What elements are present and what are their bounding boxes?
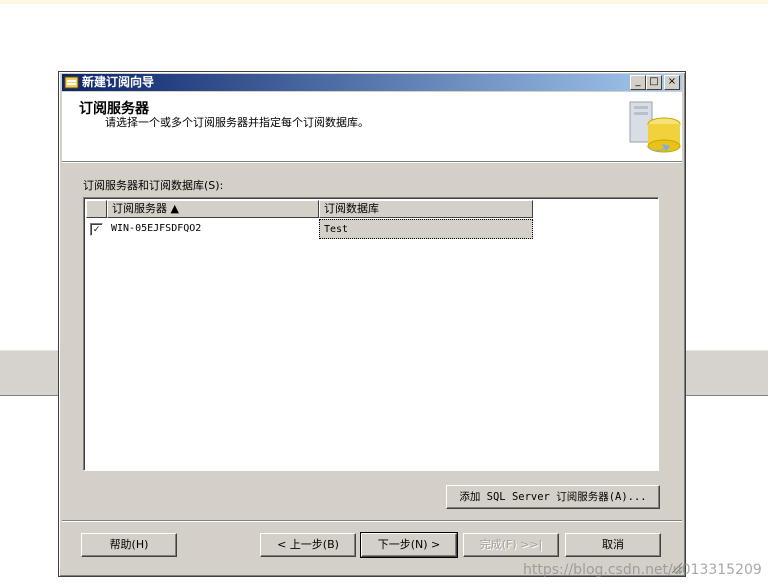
next-button[interactable]: 下一步(N) > [360,532,458,558]
row-checkbox[interactable]: ✓ [90,223,103,236]
wizard-app-icon [64,76,79,89]
minimize-button[interactable]: _ [630,75,646,90]
header-separator [62,162,682,163]
cancel-button[interactable]: 取消 [565,533,661,557]
database-server-icon [629,101,681,153]
close-button[interactable]: × [664,75,680,90]
window-title: 新建订阅向导 [82,75,155,89]
wizard-window: 新建订阅向导 _ □ × 订阅服务器 请选择一个或多个订阅服务器并指定每个订阅数… [58,71,686,577]
page-subtitle: 请选择一个或多个订阅服务器并指定每个订阅数据库。 [105,116,369,129]
finish-button[interactable]: 完成(F) >>| [463,533,559,557]
list-label: 订阅服务器和订阅数据库(S): [83,179,224,192]
header-checkbox-column[interactable] [86,200,107,218]
column-header-server[interactable]: 订阅服务器 ▲ [107,200,319,218]
top-strip [0,0,768,4]
back-button[interactable]: < 上一步(B) [260,533,356,557]
wizard-header: 订阅服务器 请选择一个或多个订阅服务器并指定每个订阅数据库。 [62,92,682,162]
maximize-button[interactable]: □ [646,75,662,90]
add-subscriber-button[interactable]: 添加 SQL Server 订阅服务器(A)... [446,485,660,509]
server-name-cell[interactable]: WIN-05EJFSDFQO2 [107,219,319,239]
title-bar[interactable]: 新建订阅向导 _ □ × [62,74,682,91]
footer-separator [62,520,682,522]
column-header-database[interactable]: 订阅数据库 [319,200,533,218]
database-cell[interactable]: Test [319,219,533,239]
help-button[interactable]: 帮助(H) [81,533,177,557]
subscriber-list[interactable]: 订阅服务器 ▲ 订阅数据库 ✓ WIN-05EJFSDFQO2 Test [83,197,659,471]
watermark: https://blog.csdn.net/u013315209 [523,562,762,578]
row-checkbox-cell[interactable]: ✓ [86,219,107,239]
